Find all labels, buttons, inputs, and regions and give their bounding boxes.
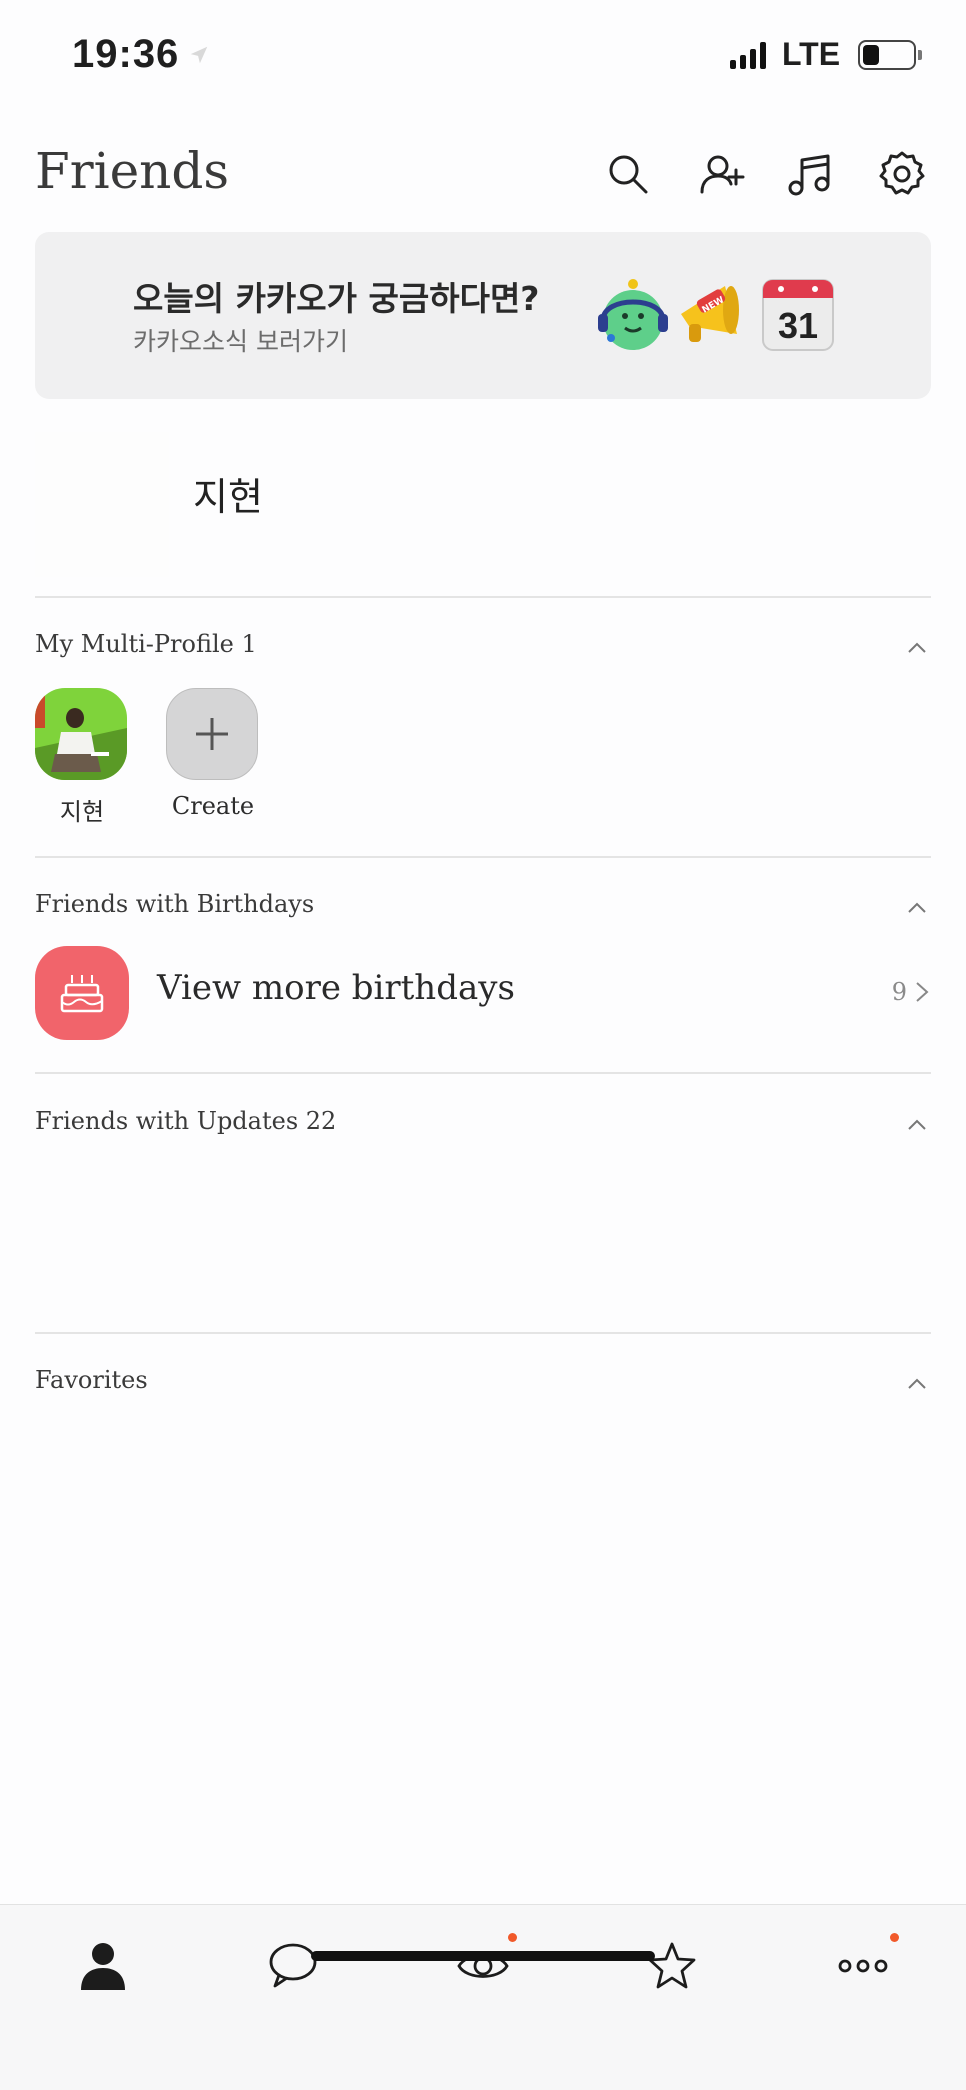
plus-icon [196, 718, 228, 750]
divider [35, 1072, 931, 1074]
multi-profile-avatar [35, 688, 127, 780]
notification-dot [508, 1933, 517, 1942]
chevron-up-icon [908, 1119, 926, 1130]
status-time: 19:36 [72, 32, 180, 76]
my-profile[interactable]: 지현 [35, 432, 931, 577]
birthdays-title: Friends with Birthdays [35, 890, 315, 918]
divider [35, 856, 931, 858]
search-button[interactable] [602, 148, 654, 200]
add-friend-button[interactable] [696, 148, 748, 200]
view-more-birthdays-label: View more birthdays [157, 968, 515, 1008]
music-button[interactable] [784, 148, 836, 200]
favorites-header[interactable]: Favorites [35, 1366, 931, 1412]
megaphone-icon: NEW [681, 286, 739, 342]
updates-header[interactable]: Friends with Updates 22 [35, 1107, 931, 1153]
network-type: LTE [782, 36, 841, 72]
birthday-cake-icon [60, 975, 104, 1013]
view-more-birthdays-row[interactable]: View more birthdays 9 [35, 946, 931, 1040]
add-friend-icon [700, 155, 745, 194]
create-multi-profile-button[interactable]: Create [166, 688, 260, 820]
chevron-up-icon [908, 642, 926, 653]
create-profile-circle [166, 688, 258, 780]
view-eye-icon [457, 1954, 509, 1978]
calendar-icon: 31 [762, 279, 834, 351]
chevron-up-icon [908, 1378, 926, 1389]
battery-icon [858, 39, 923, 70]
friends-screen: 19:36 LTE Friends 오늘의 카카오가 궁금하다면? 카카오소식 … [0, 0, 966, 2090]
page-title: Friends [35, 142, 230, 200]
shopping-tab[interactable] [637, 1931, 707, 2001]
location-arrow-icon [190, 46, 208, 64]
more-dots-icon [838, 1959, 888, 1973]
my-profile-name: 지현 [193, 475, 263, 519]
birthdays-header[interactable]: Friends with Birthdays [35, 890, 931, 936]
view-tab[interactable] [448, 1931, 518, 2001]
multi-profile-item[interactable]: 지현 [35, 688, 129, 827]
banner-subtitle: 카카오소식 보러가기 [133, 327, 348, 356]
my-profile-avatar [35, 432, 169, 577]
chevron-right-icon [916, 982, 929, 1002]
music-icon [788, 154, 830, 196]
friends-tab[interactable] [68, 1931, 138, 2001]
more-tab[interactable] [828, 1931, 899, 2001]
multi-profile-label: 지현 [59, 798, 105, 826]
home-indicator [311, 1951, 655, 1961]
notification-dot [890, 1933, 899, 1942]
updates-title: Friends with Updates 22 [35, 1107, 337, 1135]
star-icon [648, 1942, 696, 1989]
chevron-up-icon [908, 902, 926, 913]
create-label: Create [171, 792, 255, 820]
divider [35, 1332, 931, 1334]
bottom-tab-bar [0, 1904, 966, 2090]
signal-icon [730, 41, 766, 69]
person-icon [81, 1943, 125, 1990]
chat-bubble-icon [269, 1943, 317, 1988]
birthday-cake-icon-bg [35, 946, 129, 1040]
favorites-title: Favorites [35, 1366, 148, 1394]
kakao-news-banner[interactable]: 오늘의 카카오가 궁금하다면? 카카오소식 보러가기 NEW 31 [35, 232, 931, 399]
multi-profile-header[interactable]: My Multi-Profile 1 [35, 630, 931, 676]
banner-title: 오늘의 카카오가 궁금하다면? [133, 279, 540, 318]
divider [35, 596, 931, 598]
search-icon [609, 155, 648, 194]
calendar-day: 31 [778, 305, 818, 346]
chats-tab[interactable] [258, 1931, 328, 2001]
settings-icon [879, 151, 925, 195]
headset-character-icon [598, 279, 668, 350]
birthday-count: 9 [891, 978, 907, 1006]
status-indicators: LTE [730, 36, 923, 73]
settings-button[interactable] [876, 148, 928, 200]
multi-profile-title: My Multi-Profile 1 [35, 630, 257, 658]
